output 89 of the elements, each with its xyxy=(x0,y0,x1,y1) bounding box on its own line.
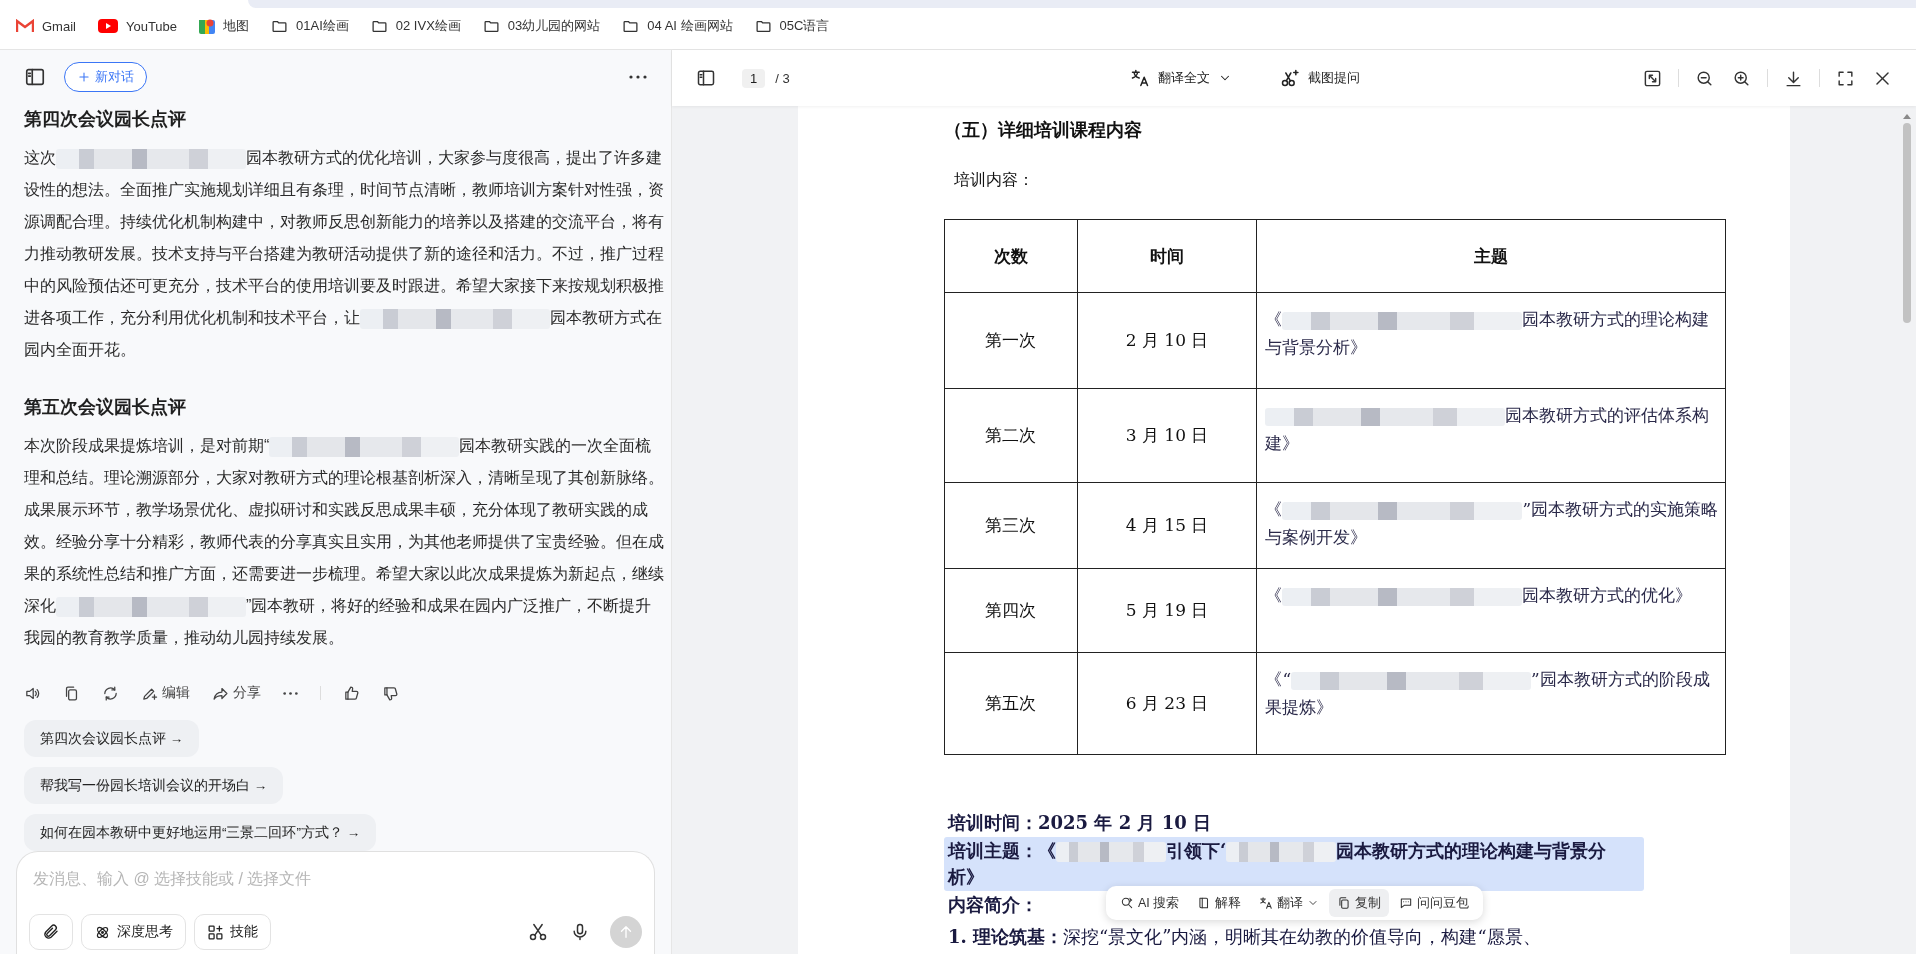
copy-icon xyxy=(63,684,80,702)
section-heading: 第五次会议园长点评 xyxy=(24,396,187,419)
expand-icon xyxy=(1836,68,1855,88)
chat-bubble-icon xyxy=(1399,896,1414,910)
attach-button[interactable] xyxy=(29,914,73,950)
bookmark[interactable]: 05C语言 xyxy=(746,13,838,39)
thumbs-up-button[interactable] xyxy=(343,684,360,702)
bookmark[interactable]: 01AI绘画 xyxy=(263,13,357,39)
body-text: 培训时间：2025 年 2 月 10 日 xyxy=(946,811,1212,835)
body-text: 培训内容： xyxy=(954,170,1035,191)
table-cell: 第一次 xyxy=(944,292,1078,389)
table-cell: 《“ ”园本教研方式的阶段成果提炼》 xyxy=(1256,652,1726,755)
bookmark[interactable]: Gmail xyxy=(8,14,84,38)
section-heading: 第四次会议园长点评 xyxy=(24,108,187,131)
selected-text: 培训主题：《 引领下‘ 园本教研方式的理论构建与背景分析》 xyxy=(944,837,1644,891)
more-button[interactable] xyxy=(283,691,298,695)
thumbs-down-button[interactable] xyxy=(382,684,399,702)
more-button[interactable] xyxy=(627,73,649,81)
screenshot-ask-button[interactable]: 截图提问 xyxy=(1274,67,1367,89)
mic-icon xyxy=(570,922,590,942)
scissors-icon xyxy=(528,922,548,942)
table-cell: 3 月 10 日 xyxy=(1077,388,1257,483)
sidebar-icon xyxy=(696,68,716,88)
copy-button[interactable]: 复制 xyxy=(1329,889,1390,917)
table-cell: 《 园本教研方式的优化》 xyxy=(1256,568,1726,653)
bookmark[interactable]: 地图 xyxy=(191,13,258,39)
translate-icon xyxy=(1130,68,1151,88)
edit-button[interactable]: 编辑 xyxy=(141,684,190,702)
column-header: 时间 xyxy=(1077,219,1257,293)
search-button[interactable]: AI 搜索 xyxy=(1112,889,1188,917)
thumbs-up-icon xyxy=(343,684,360,702)
download-icon xyxy=(1784,68,1803,88)
paperclip-icon xyxy=(42,923,60,941)
suggestion-chip[interactable]: 如何在园本教研中更好地运用“三景二回环”方式？ → xyxy=(24,814,377,851)
refresh-icon xyxy=(102,684,119,702)
more-icon xyxy=(283,691,298,695)
apps-icon xyxy=(207,923,224,941)
zoom-out-icon xyxy=(1695,68,1714,88)
paragraph: 本次阶段成果提炼培训，是对前期“ 园本教研实践的一次全面梳理和总结。理论溯源部分，大家对教研方式的理论根基剖析深入，清晰呈现了其创新脉络。成果展示环节，教学场景优化、虚拟研讨和实践反思成果丰硕，充分体现了教研实践的成效。经验分享十分精彩，教师代表的分享真实且实用，为其他老师提供了宝贵经验。但在成果的系统性总结和推广方面，还需要进一步梳理。希望大家以此次成果提炼为新起点，继续深化 ”园本教研，将好的经验和成果在园内广泛推广，不断提升我园的教育教学质量，推动幼儿园持续发展。 xyxy=(24,435,665,648)
map-pin-icon xyxy=(199,18,216,34)
table-cell: 第五次 xyxy=(944,652,1078,755)
table-cell: 2 月 10 日 xyxy=(1077,292,1257,389)
column-header: 主题 xyxy=(1256,219,1726,293)
copy-icon xyxy=(1337,896,1352,910)
body-text: 1. 理论筑基：深挖“景文化”内涵，明晰其在幼教的价值导向，构建“愿景、 xyxy=(947,925,1542,949)
table-cell: 第三次 xyxy=(944,482,1078,569)
page-number-field[interactable]: 1 xyxy=(742,68,766,88)
ask-button[interactable]: 问问豆包 xyxy=(1391,889,1478,917)
table-cell: 5 月 19 日 xyxy=(1077,568,1257,653)
suggestion-chip[interactable]: 帮我写一份园长培训会议的开场白 → xyxy=(24,767,284,804)
table-cell: 园本教研方式的评估体系构建》 xyxy=(1256,388,1726,483)
fit-icon xyxy=(1643,68,1662,88)
table-cell: 《 ”园本教研方式的实施策略与案例开发》 xyxy=(1256,482,1726,569)
scissors-icon xyxy=(1280,68,1301,88)
skills-button[interactable]: 技能 xyxy=(194,914,271,950)
bookmark[interactable]: 04 AI 绘画网站 xyxy=(614,13,741,39)
table-cell: 6 月 23 日 xyxy=(1077,652,1257,755)
body-text: 内容简介： xyxy=(947,893,1039,917)
refresh-button[interactable] xyxy=(102,684,119,702)
plus-icon xyxy=(77,70,91,84)
translate-button[interactable]: 翻译 xyxy=(1251,889,1328,917)
table-cell: 4 月 15 日 xyxy=(1077,482,1257,569)
sidebar-icon xyxy=(24,66,46,88)
deep-think-button[interactable]: 深度思考 xyxy=(81,914,186,950)
translate-icon xyxy=(1259,896,1274,910)
zoom-in-icon xyxy=(1732,68,1751,88)
column-header: 次数 xyxy=(944,219,1078,293)
section-title: （五）详细培训课程内容 xyxy=(944,118,1143,142)
thumbs-down-icon xyxy=(382,684,399,702)
table-cell: 第二次 xyxy=(944,388,1078,483)
more-icon xyxy=(629,75,647,79)
bookmark[interactable]: 03幼儿园的网站 xyxy=(474,13,609,39)
new-chat-button[interactable]: 新对话 xyxy=(64,62,147,92)
explain-button[interactable]: 解释 xyxy=(1189,889,1250,917)
gmail-icon xyxy=(16,19,34,33)
suggestion-chip[interactable]: 第四次会议园长点评 → xyxy=(24,720,200,757)
bookmark[interactable]: 02 IVX绘画 xyxy=(362,13,469,39)
bookmark[interactable]: YouTube xyxy=(89,14,186,38)
page-total: / 3 xyxy=(775,70,790,86)
share-button[interactable]: 分享 xyxy=(212,684,261,702)
copy-button[interactable] xyxy=(63,684,80,702)
scrollbar[interactable] xyxy=(1902,114,1912,323)
message-input[interactable]: 发消息、输入 @ 选择技能或 / 选择文件 xyxy=(29,866,642,892)
search-icon xyxy=(1120,896,1134,910)
table-cell: 《 园本教研方式的理论构建与背景分析》 xyxy=(1256,292,1726,389)
translate-button[interactable]: 翻译全文 xyxy=(1124,67,1239,89)
paragraph: 这次 园本教研方式的优化培训，大家参与度很高，提出了许多建设性的想法。全面推广实施规划详细且有条理，时间节点清晰，教师培训方案针对性强，资源调配合理。持续优化机制构建中，对教师反思创新能力的培养以及搭建的交流平台，将有力推动教研发展。技术支持与平台搭建为教研活动提供了新的途径和活力。不过，推广过程中的风险预估还可更充分，技术平台的使用培训要及时跟进。希望大家接下来按规划积极推进各项工作，充分利用优化机制和技术平台，让 园本教研方式在园内全面开花。 xyxy=(24,147,665,360)
table-cell: 第四次 xyxy=(944,568,1078,653)
youtube-icon xyxy=(97,19,118,33)
